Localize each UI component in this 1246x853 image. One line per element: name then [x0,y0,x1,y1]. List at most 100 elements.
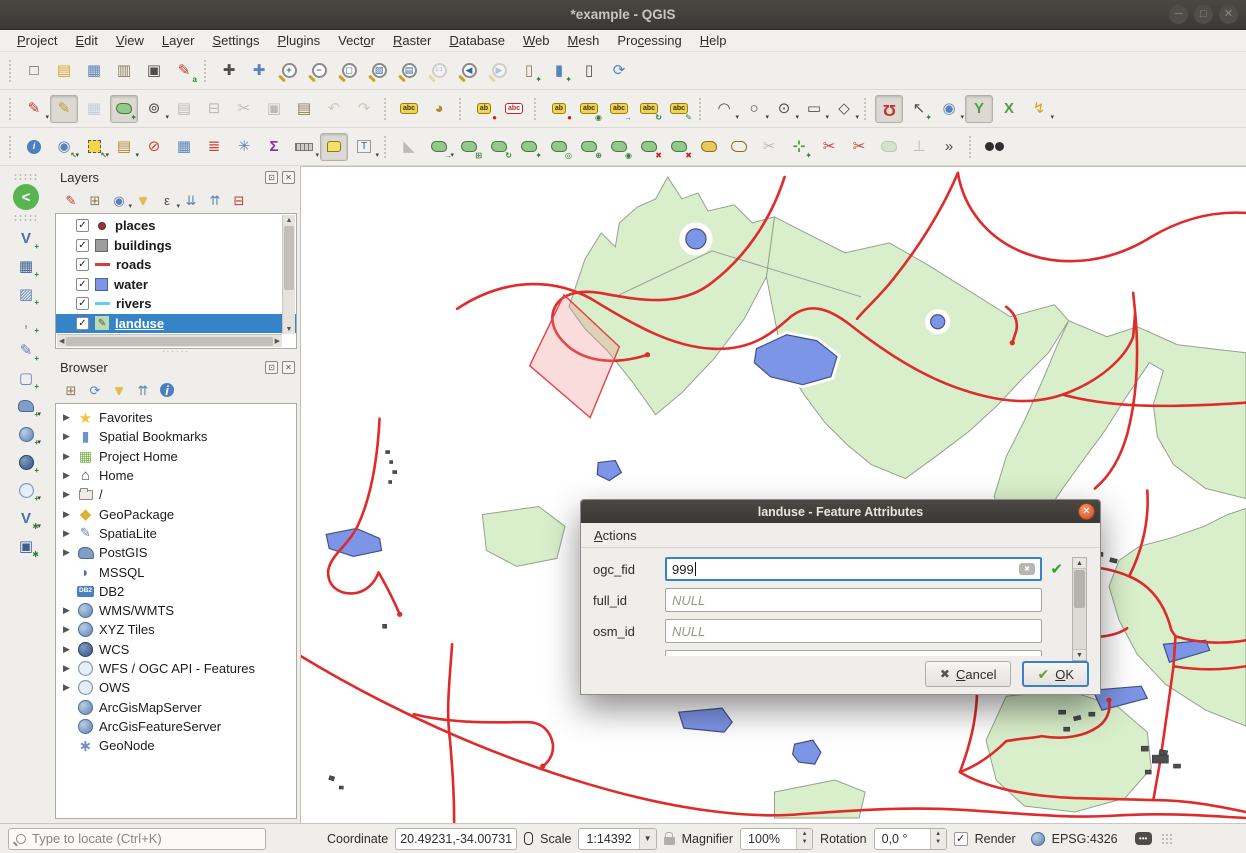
fill-ring-button[interactable]: ◉ [605,133,633,161]
expand-arrow-icon[interactable]: ▶ [61,528,72,539]
zoom-to-layer-button[interactable]: ▤ [395,57,423,85]
expand-all-button[interactable]: ⇊ [180,189,202,211]
add-circle-button[interactable]: ○▾ [740,95,768,123]
layer-checkbox[interactable]: ✓ [76,219,89,232]
rotation-value[interactable]: 0,0 ° [875,829,930,849]
browser-item-[interactable]: ▶/ [56,485,296,504]
layer-item-places[interactable]: ✓places [56,216,296,236]
expand-arrow-icon[interactable]: ▶ [61,489,72,500]
render-checkbox[interactable]: ✓ [954,832,968,846]
layers-vertical-scrollbar[interactable]: ▲ ▼ [282,215,295,334]
menu-raster[interactable]: Raster [384,31,440,50]
map-canvas[interactable] [300,166,1246,823]
dialog-close-button[interactable]: ✕ [1078,503,1095,520]
delete-part-button[interactable]: ✖ [665,133,693,161]
scale-value[interactable]: 1:14392 [579,829,638,849]
spin-arrows-icon[interactable]: ▲▼ [796,829,812,849]
add-delimited-text-button[interactable]: ,+ [12,308,40,336]
layer-labeling-button[interactable]: abc [395,95,423,123]
map-tips-button[interactable] [320,133,348,161]
offset-curve-button[interactable] [725,133,753,161]
merge-features-button[interactable]: ✂ [845,133,873,161]
browser-item-db2[interactable]: DB2DB2 [56,582,296,601]
browser-item-ows[interactable]: ▶OWS [56,678,296,697]
layers-horizontal-scrollbar[interactable]: ◀▶ [57,334,282,347]
vertex-marker-button[interactable]: ⊹✦ [785,133,813,161]
reshape-features-button[interactable] [695,133,723,161]
menu-edit[interactable]: Edit [67,31,107,50]
layer-item-water[interactable]: ✓water [56,275,296,295]
filter-legend-button[interactable]: ▼ [132,189,154,211]
layer-checkbox[interactable]: ✓ [76,317,89,330]
new-mesh-layer-button[interactable]: ▨+ [12,280,40,308]
collapse-all-button[interactable]: ⇈ [204,189,226,211]
expand-arrow-icon[interactable]: ▶ [61,412,72,423]
ok-button[interactable]: ✔OK [1022,661,1089,687]
menu-view[interactable]: View [107,31,153,50]
browser-properties-button[interactable]: i [156,379,178,401]
enable-tracing-button[interactable]: ↯▾ [1025,95,1053,123]
expand-arrow-icon[interactable]: ▶ [61,509,72,520]
new-print-layout-button[interactable]: ▥ [110,57,138,85]
expand-arrow-icon[interactable]: ▶ [61,451,72,462]
field-input-ogc_fid[interactable]: 999✖ [665,557,1042,581]
copy-move-feature-button[interactable]: ⊞ [455,133,483,161]
snapping-button[interactable]: Ω [875,95,903,123]
new-vector-layer-button[interactable]: V+ [12,224,40,252]
add-vector-tile-button[interactable]: V✱▾ [12,504,40,532]
style-manager-button[interactable]: ✎a [170,57,198,85]
snap-on-intersection-button[interactable]: X [995,95,1023,123]
add-wcs-button[interactable]: + [12,448,40,476]
browser-item-geopackage[interactable]: ▶◆GeoPackage [56,504,296,523]
new-raster-layer-button[interactable]: ▦+ [12,252,40,280]
spin-arrows-icon[interactable]: ▲▼ [930,829,946,849]
add-spatialite-button[interactable]: ✎+ [12,336,40,364]
browser-panel-close-button[interactable]: ✕ [282,361,295,374]
expand-arrow-icon[interactable]: ▶ [61,431,72,442]
cancel-button[interactable]: ✖Cancel [925,661,1012,687]
pan-to-selection-button[interactable]: ✚ [245,57,273,85]
zoom-to-selection-button[interactable]: ▨ [365,57,393,85]
crs-value[interactable]: EPSG:4326 [1052,832,1118,846]
browser-item-home[interactable]: ▶⌂Home [56,466,296,485]
panel-splitter[interactable]: ······ [52,349,300,356]
show-hide-labels-button[interactable]: ab● [545,95,573,123]
dialog-titlebar[interactable]: landuse - Feature Attributes ✕ [581,500,1100,523]
zoom-last-button[interactable]: ◀ [455,57,483,85]
browser-item-postgis[interactable]: ▶PostGIS [56,543,296,562]
rotate-label-button[interactable]: abc↻ [635,95,663,123]
select-features-button[interactable]: ↖▾ [80,133,108,161]
rotate-feature-button[interactable]: ↻ [485,133,513,161]
search-features-button[interactable] [980,133,1008,161]
expand-arrow-icon[interactable]: ▶ [61,605,72,616]
measure-button[interactable]: ▾ [290,133,318,161]
zoom-full-button[interactable]: ◻ [335,57,363,85]
chevron-down-icon[interactable]: ▼ [639,829,656,849]
rotation-spinbox[interactable]: 0,0 ° ▲▼ [874,828,947,850]
show-layout-manager-button[interactable]: ▣ [140,57,168,85]
magnifier-spinbox[interactable]: 100% ▲▼ [740,828,813,850]
expand-arrow-icon[interactable]: ▶ [61,470,72,481]
open-project-button[interactable]: ▤ [50,57,78,85]
menu-web[interactable]: Web [514,31,559,50]
browser-item-wcs[interactable]: ▶WCS [56,640,296,659]
add-selected-layers-button[interactable]: ⊞ [60,379,82,401]
new-project-button[interactable]: □ [20,57,48,85]
locator-input[interactable]: Type to locate (Ctrl+K) [8,828,266,850]
pin-labels-button[interactable]: ab● [470,95,498,123]
tracing-cursor-button[interactable]: ↖✦ [905,95,933,123]
menu-mesh[interactable]: Mesh [559,31,609,50]
layer-checkbox[interactable]: ✓ [76,278,89,291]
browser-item-wms-wmts[interactable]: ▶WMS/WMTS [56,601,296,620]
snap-on-vertex-button[interactable]: Y [965,95,993,123]
vertex-tool-button[interactable]: ⊚▾ [140,95,168,123]
highlight-pinned-labels-button[interactable]: abc [500,95,528,123]
manage-map-themes-button[interactable]: ◉▾ [108,189,130,211]
show-spatial-bookmarks-button[interactable]: ▯ [575,57,603,85]
current-edits-button[interactable]: ✎▾ [20,95,48,123]
add-point-cloud-button[interactable]: ▣✱ [12,532,40,560]
menu-plugins[interactable]: Plugins [268,31,329,50]
circular-string-button[interactable]: ◠▾ [710,95,738,123]
menu-settings[interactable]: Settings [203,31,268,50]
menu-processing[interactable]: Processing [608,31,690,50]
